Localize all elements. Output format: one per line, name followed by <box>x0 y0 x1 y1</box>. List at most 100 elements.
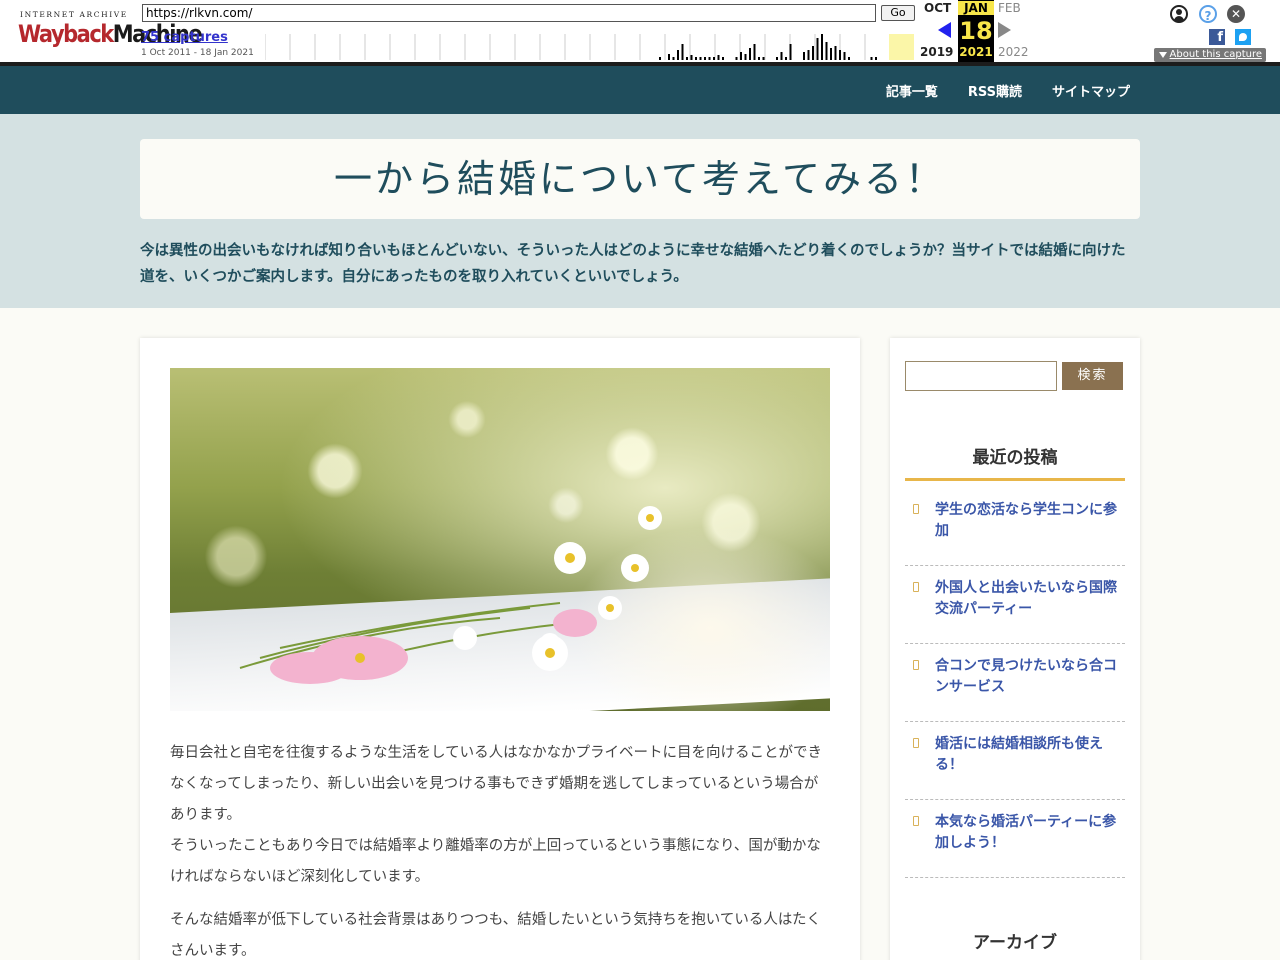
capture-bar <box>735 57 738 60</box>
article-body: 毎日会社と自宅を往復するような生活をしている人はなかなかプライベートに目を向ける… <box>170 738 830 960</box>
recent-posts-list: 学生の恋活なら学生コンに参加 外国人と出会いたいなら国際交流パーティー 合コンで… <box>905 488 1125 878</box>
current-year-highlight <box>889 34 914 60</box>
document-icon <box>913 660 919 670</box>
wayback-logo[interactable]: INTERNET ARCHIVE WaybackMachine <box>12 8 203 52</box>
prev-capture-arrow-icon[interactable] <box>938 22 951 38</box>
logo-top-text: INTERNET ARCHIVE <box>20 10 128 19</box>
capture-bar <box>825 42 828 60</box>
capture-bar <box>677 50 679 60</box>
document-icon <box>913 504 919 514</box>
calendar-nav: OCT 2019 JAN 18 2021 FEB 2022 <box>920 0 1040 64</box>
site-nav: 記事一覧 RSS購読 サイトマップ <box>0 66 1280 114</box>
recent-post-item[interactable]: 外国人と出会いたいなら国際交流パーティー <box>905 566 1125 644</box>
capture-bar <box>708 57 711 60</box>
capture-bar <box>848 57 850 60</box>
capture-bar <box>672 57 675 60</box>
recent-post-link[interactable]: 外国人と出会いたいなら国際交流パーティー <box>935 580 1117 617</box>
close-icon[interactable]: ✕ <box>1227 5 1245 23</box>
capture-bar <box>821 34 823 60</box>
capture-bar <box>830 48 832 60</box>
capture-bar <box>717 55 720 60</box>
capture-bar <box>789 44 792 60</box>
site-title-box[interactable]: 一から結婚について考えてみる！ <box>140 139 1140 219</box>
url-input[interactable]: https://rlkvn.com/ <box>142 4 876 22</box>
capture-bar <box>807 50 810 60</box>
capture-bar <box>699 57 702 60</box>
main-article: 毎日会社と自宅を往復するような生活をしている人はなかなかプライベートに目を向ける… <box>140 338 860 960</box>
capture-bar <box>753 44 756 60</box>
next-capture-arrow-icon[interactable] <box>998 22 1011 38</box>
recent-post-item[interactable]: 本気なら婚活パーティーに参加しよう！ <box>905 800 1125 878</box>
capture-bar <box>681 44 684 60</box>
current-year: 2021 <box>959 45 993 59</box>
capture-bar <box>762 57 765 60</box>
nav-item-articles[interactable]: 記事一覧 <box>886 81 938 100</box>
twitter-icon[interactable] <box>1235 29 1251 45</box>
capture-bar <box>758 57 760 60</box>
recent-posts-title: 最近の投稿 <box>905 443 1125 481</box>
capture-bar <box>816 38 819 60</box>
recent-post-link[interactable]: 婚活には結婚相談所も使える！ <box>935 736 1103 773</box>
article-paragraph: 毎日会社と自宅を往復するような生活をしている人はなかなかプライベートに目を向ける… <box>170 745 823 823</box>
next-month-label[interactable]: FEB <box>998 1 1021 15</box>
nav-item-sitemap[interactable]: サイトマップ <box>1052 81 1130 100</box>
capture-bar <box>659 57 661 60</box>
capture-bar <box>776 57 778 60</box>
recent-post-link[interactable]: 本気なら婚活パーティーに参加しよう！ <box>935 814 1116 851</box>
flower-bouquet-illustration <box>239 506 662 684</box>
capture-bar <box>812 46 814 60</box>
prev-year-label[interactable]: 2019 <box>920 45 953 59</box>
capture-bar <box>785 57 787 60</box>
sidebar: 検索 最近の投稿 学生の恋活なら学生コンに参加 外国人と出会いたいなら国際交流パ… <box>890 338 1140 960</box>
capture-bar <box>695 57 697 60</box>
recent-post-link[interactable]: 学生の恋活なら学生コンに参加 <box>935 502 1117 539</box>
archive-title: アーカイブ <box>973 933 1057 953</box>
document-icon <box>913 582 919 592</box>
capture-bar <box>722 57 724 60</box>
search-input[interactable] <box>905 361 1057 391</box>
capture-bar <box>870 57 873 60</box>
help-icon[interactable]: ? <box>1199 5 1217 23</box>
capture-bar <box>713 57 715 60</box>
capture-bar <box>704 57 706 60</box>
facebook-icon[interactable]: f <box>1209 29 1225 45</box>
go-button[interactable]: Go <box>881 5 915 21</box>
article-featured-image <box>170 368 830 711</box>
captures-link[interactable]: 75 captures <box>141 30 228 45</box>
capture-bar <box>686 57 688 60</box>
capture-bar <box>875 57 877 60</box>
user-icon[interactable] <box>1170 5 1188 23</box>
site-title[interactable]: 一から結婚について考えてみる！ <box>140 139 1140 219</box>
site-header: 一から結婚について考えてみる！ 今は異性の出会いもなければ知り合いもほとんどいな… <box>0 114 1280 308</box>
recent-post-link[interactable]: 合コンで見つけたいなら合コンサービス <box>935 658 1117 695</box>
wayback-toolbar: INTERNET ARCHIVE WaybackMachine https://… <box>0 0 1280 66</box>
current-month: JAN <box>958 1 994 15</box>
current-day: 18 <box>959 17 993 45</box>
capture-bar <box>780 52 783 60</box>
search-button[interactable]: 検索 <box>1062 362 1123 390</box>
site-tagline: 今は異性の出会いもなければ知り合いもほとんどいない、そういった人はどのように幸せ… <box>140 243 1126 285</box>
recent-post-item[interactable]: 合コンで見つけたいなら合コンサービス <box>905 644 1125 722</box>
article-paragraph: そういったこともあり今日では結婚率より離婚率の方が上回っているという事態になり、… <box>170 838 821 885</box>
capture-bar <box>839 50 841 60</box>
capture-bar <box>749 48 751 60</box>
capture-bar <box>690 55 693 60</box>
article-paragraph: そんな結婚率が低下している社会背景はありつつも、結婚したいという気持ちを抱いてい… <box>170 912 822 959</box>
capture-bar <box>803 52 805 60</box>
next-year-label[interactable]: 2022 <box>998 45 1029 59</box>
capture-bar <box>740 52 742 60</box>
capture-range: 1 Oct 2011 - 18 Jan 2021 <box>141 48 254 58</box>
capture-bar <box>744 54 747 60</box>
nav-item-rss[interactable]: RSS購読 <box>968 81 1022 100</box>
document-icon <box>913 816 919 826</box>
capture-bar <box>843 52 846 60</box>
prev-month-label[interactable]: OCT <box>924 1 951 15</box>
capture-bar <box>668 54 670 60</box>
about-capture-link[interactable]: About this capture <box>1153 48 1266 62</box>
capture-sparkline[interactable] <box>265 32 915 60</box>
document-icon <box>913 738 919 748</box>
recent-post-item[interactable]: 婚活には結婚相談所も使える！ <box>905 722 1125 800</box>
current-capture-date: JAN 18 2021 <box>958 0 994 62</box>
recent-post-item[interactable]: 学生の恋活なら学生コンに参加 <box>905 488 1125 566</box>
capture-bar <box>834 46 837 60</box>
